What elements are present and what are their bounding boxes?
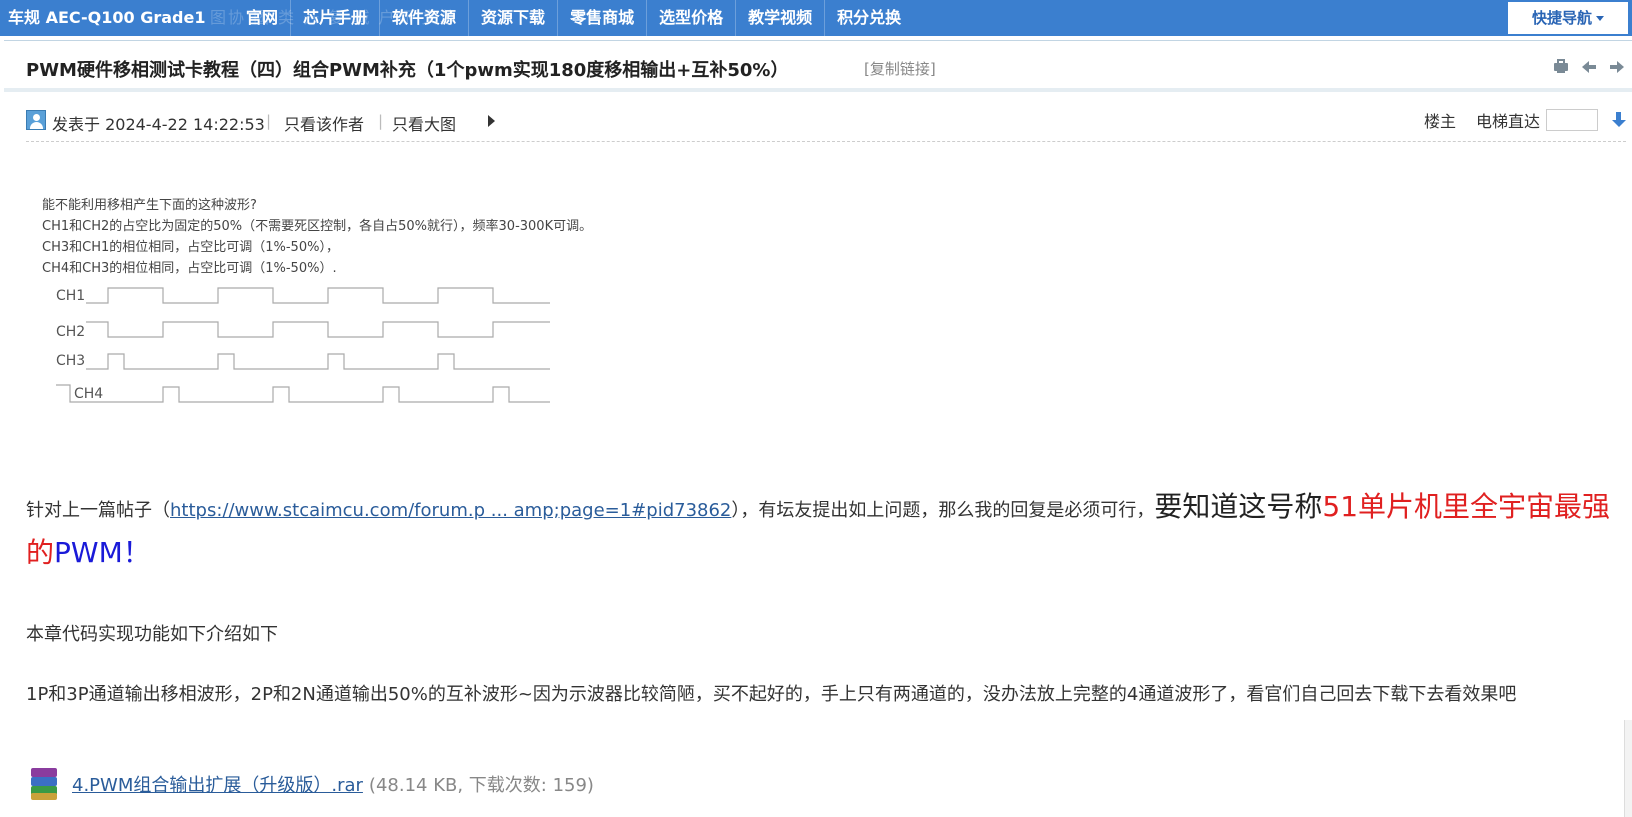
copy-link-button[interactable]: [复制链接] bbox=[864, 58, 936, 79]
channel-label-ch3: CH3 bbox=[56, 353, 85, 369]
post-date: 发表于 2024-4-22 14:22:53 bbox=[52, 115, 265, 134]
arrow-down-icon[interactable] bbox=[1612, 112, 1626, 128]
attachment: 4.PWM组合输出扩展（升级版）.rar (48.14 KB, 下载次数: 15… bbox=[26, 766, 594, 802]
separator: | bbox=[266, 112, 272, 130]
next-thread-icon[interactable] bbox=[1608, 59, 1626, 75]
attachment-link[interactable]: 4.PWM组合输出扩展（升级版）.rar bbox=[72, 771, 363, 797]
play-icon[interactable] bbox=[488, 115, 495, 127]
elevator-label: 电梯直达 bbox=[1475, 112, 1540, 131]
attachment-meta: (48.14 KB, 下载次数: 159) bbox=[368, 775, 594, 796]
floor-controls: 楼主 电梯直达 bbox=[1424, 108, 1626, 132]
p1-emphasis: 要知道这号称 bbox=[1154, 490, 1323, 523]
waveform-diagram: CH1 CH2 CH3 CH4 bbox=[56, 287, 550, 403]
top-nav-bar: 图协 团 类 开 复 城 户标 文草 车规 AEC-Q100 Grade1 官网… bbox=[0, 0, 1632, 36]
p1-blue-emphasis: PWM！ bbox=[54, 536, 151, 569]
waveform-ch4 bbox=[56, 384, 550, 403]
waveform-ch2 bbox=[86, 321, 550, 338]
quick-nav-button[interactable]: 快捷导航 bbox=[1508, 2, 1628, 34]
post-meta: 发表于 2024-4-22 14:22:53 | 只看该作者 | 只看大图 楼主… bbox=[26, 102, 1626, 142]
user-avatar-icon bbox=[26, 110, 46, 130]
previous-post-link[interactable]: https://www.stcaimcu.com/forum.p ... amp… bbox=[170, 500, 731, 521]
thread-title-bar: PWM硬件移相测试卡教程（四）组合PWM补充（1个pwm实现180度移相输出+互… bbox=[4, 40, 1632, 92]
nav-links: 官网 芯片手册 软件资源 资源下载 零售商城 选型价格 教学视频 积分兑换 bbox=[234, 0, 913, 36]
thread-title: PWM硬件移相测试卡教程（四）组合PWM补充（1个pwm实现180度移相输出+互… bbox=[26, 60, 789, 81]
channel-label-ch1: CH1 bbox=[56, 288, 85, 304]
channel-label-ch4: CH4 bbox=[74, 386, 103, 402]
scrollbar[interactable] bbox=[1624, 720, 1632, 817]
nav-link-store[interactable]: 零售商城 bbox=[557, 0, 646, 36]
only-author-link[interactable]: 只看该作者 bbox=[284, 111, 364, 135]
nav-link-videos[interactable]: 教学视频 bbox=[735, 0, 824, 36]
nav-link-datasheets[interactable]: 芯片手册 bbox=[290, 0, 379, 36]
thread-tools bbox=[1552, 59, 1626, 75]
p1-prefix: 针对上一篇帖子（ bbox=[26, 500, 170, 521]
post-paragraph-2: 本章代码实现功能如下介绍如下 bbox=[26, 624, 278, 645]
rar-archive-icon bbox=[26, 766, 64, 802]
floor-number-input[interactable] bbox=[1546, 109, 1598, 131]
separator: | bbox=[378, 112, 384, 130]
chevron-down-icon bbox=[1596, 16, 1604, 21]
post-paragraph-3: 1P和3P通道输出移相波形，2P和2N通道输出50%的互补波形~因为示波器比较简… bbox=[26, 684, 1517, 705]
previous-thread-icon[interactable] bbox=[1580, 59, 1598, 75]
only-big-image-link[interactable]: 只看大图 bbox=[392, 111, 456, 135]
print-icon[interactable] bbox=[1552, 59, 1570, 75]
nav-link-downloads[interactable]: 资源下载 bbox=[468, 0, 557, 36]
waveform-image[interactable]: 能不能利用移相产生下面的这种波形? CH1和CH2的占空比为固定的50%（不需要… bbox=[38, 192, 678, 422]
brand-banner[interactable]: 车规 AEC-Q100 Grade1 bbox=[8, 0, 205, 36]
p1-middle: ），有坛友提出如上问题，那么我的回复是必须可行， bbox=[731, 500, 1155, 521]
waveform-ch3 bbox=[86, 353, 550, 370]
post-paragraph-1: 针对上一篇帖子（https://www.stcaimcu.com/forum.p… bbox=[26, 486, 1616, 578]
quick-nav-label: 快捷导航 bbox=[1531, 9, 1592, 27]
nav-link-official-site[interactable]: 官网 bbox=[234, 0, 290, 36]
waveform-ch1 bbox=[86, 287, 550, 304]
nav-link-points[interactable]: 积分兑换 bbox=[824, 0, 913, 36]
channel-label-ch2: CH2 bbox=[56, 324, 85, 340]
nav-link-software[interactable]: 软件资源 bbox=[379, 0, 468, 36]
nav-link-pricing[interactable]: 选型价格 bbox=[646, 0, 735, 36]
floor-label: 楼主 bbox=[1423, 112, 1456, 131]
